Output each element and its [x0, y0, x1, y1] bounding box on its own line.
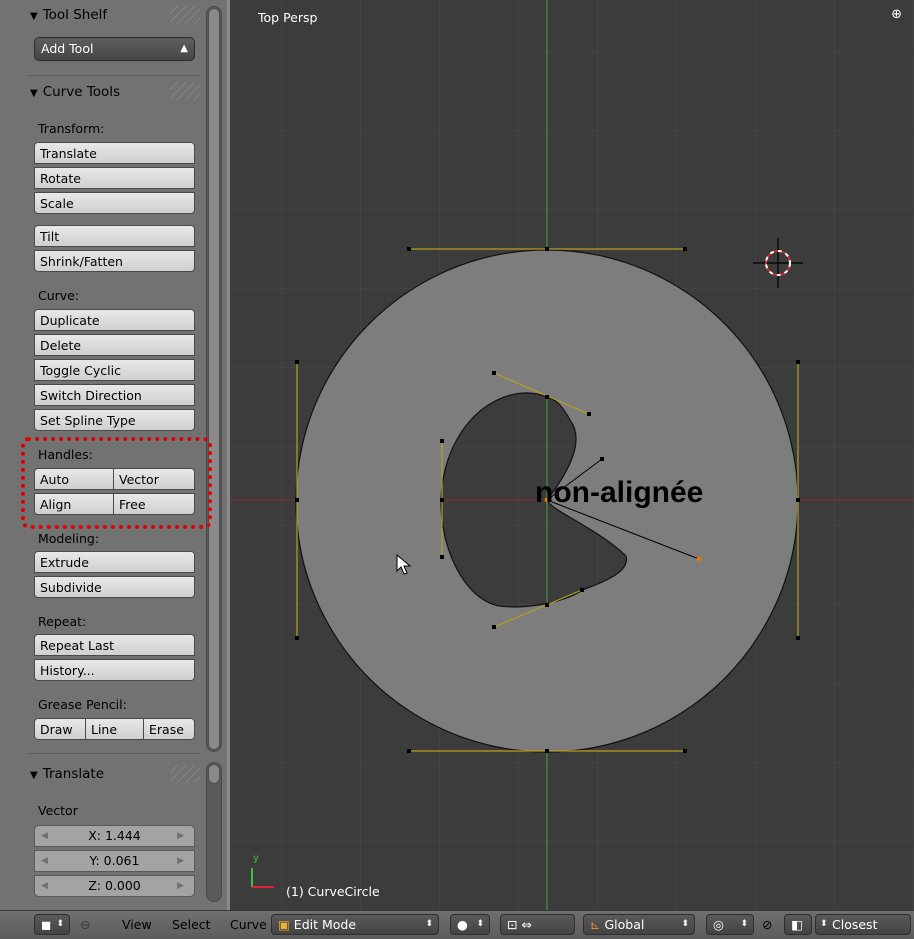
vector-x-field[interactable]: ◀ X: 1.444 ▶	[34, 825, 195, 847]
snap-target-dropdown[interactable]: ⬍ Closest	[815, 914, 911, 935]
handles-highlight-box	[21, 437, 212, 529]
extrude-button[interactable]: Extrude	[34, 551, 195, 573]
repeat-label: Repeat:	[38, 614, 87, 629]
tool-shelf: ▼ Tool Shelf Add Tool ▲ ▼ Curve Tools Tran…	[0, 0, 227, 910]
3d-viewport[interactable]: y Top Persp ⊕ non-alignée (1) CurveCircl…	[230, 0, 914, 910]
shelf-scrollbar-thumb[interactable]	[208, 8, 220, 750]
pivot-point-dropdown[interactable]: ⊡ ⇔	[500, 914, 575, 935]
snap-element-dropdown[interactable]: ◧	[784, 914, 812, 935]
decrement-arrow-icon[interactable]: ◀	[41, 851, 48, 871]
add-tool-dropdown[interactable]: Add Tool ▲	[34, 37, 195, 61]
proportional-edit-dropdown[interactable]: ◎ ⬍	[706, 914, 754, 935]
active-object-label: (1) CurveCircle	[286, 884, 380, 899]
rotate-button[interactable]: Rotate	[34, 167, 195, 189]
cube-icon: ◼	[41, 917, 52, 932]
mode-dropdown[interactable]: ▣ Edit Mode ⬍	[271, 914, 439, 935]
collapse-triangle-icon: ▼	[30, 770, 38, 781]
orientation-dropdown[interactable]: ⊾ Global ⬍	[583, 914, 695, 935]
increment-arrow-icon[interactable]: ▶	[177, 851, 184, 871]
axis-y-label: y	[253, 853, 259, 864]
subdivide-button[interactable]: Subdivide	[34, 576, 195, 598]
translate-panel-header[interactable]: ▼ Translate	[30, 761, 104, 787]
up-down-arrows-icon: ⬍	[820, 919, 828, 929]
grease-line-button[interactable]: Line	[85, 718, 144, 740]
up-down-arrows-icon: ⬍	[425, 919, 433, 929]
operator-scrollbar[interactable]	[206, 762, 222, 902]
transform-axis-icon: ⊾	[590, 917, 601, 932]
switch-direction-button[interactable]: Switch Direction	[34, 384, 195, 406]
scale-button[interactable]: Scale	[34, 192, 195, 214]
viewport-canvas	[230, 0, 914, 910]
grease-draw-button[interactable]: Draw	[34, 718, 86, 740]
increment-arrow-icon[interactable]: ▶	[177, 826, 184, 846]
editor-type-selector[interactable]: ◼ ⬍	[34, 914, 70, 935]
transform-label: Transform:	[38, 121, 105, 136]
edit-mode-icon: ▣	[278, 917, 290, 932]
up-down-arrows-icon: ⬍	[476, 919, 484, 929]
curve-menu[interactable]: Curve	[230, 917, 267, 932]
snap-cube-icon: ◧	[791, 917, 803, 932]
curve-tools-header[interactable]: ▼ Curve Tools	[30, 79, 120, 105]
set-spline-type-button[interactable]: Set Spline Type	[34, 409, 195, 431]
mouse-pointer-icon	[396, 554, 412, 575]
viewport-header: ◼ ⬍ ⊖ View Select Curve ▣ Edit Mode ⬍ ● ⬍ …	[0, 910, 914, 939]
decrement-arrow-icon[interactable]: ◀	[41, 826, 48, 846]
select-menu[interactable]: Select	[172, 917, 211, 932]
grease-erase-button[interactable]: Erase	[143, 718, 195, 740]
vector-y-field[interactable]: ◀ Y: 0.061 ▶	[34, 850, 195, 872]
duplicate-button[interactable]: Duplicate	[34, 309, 195, 331]
toggle-cyclic-button[interactable]: Toggle Cyclic	[34, 359, 195, 381]
non-aligned-annotation: non-alignée	[535, 476, 704, 509]
viewport-shading-dropdown[interactable]: ● ⬍	[450, 914, 490, 935]
proportional-edit-icon: ◎	[713, 917, 724, 932]
delete-button[interactable]: Delete	[34, 334, 195, 356]
panel-divider	[28, 753, 200, 754]
snap-magnet-icon[interactable]: ⊘	[762, 917, 772, 932]
view-menu[interactable]: View	[122, 917, 152, 932]
collapse-triangle-icon: ▼	[30, 88, 38, 99]
view-name-label: Top Persp	[258, 10, 318, 25]
shelf-scrollbar[interactable]	[206, 6, 222, 752]
up-down-arrows-icon: ⬍	[681, 919, 689, 929]
increment-arrow-icon[interactable]: ▶	[177, 876, 184, 896]
collapse-menu-icon[interactable]: ⊖	[80, 917, 90, 932]
vector-label: Vector	[38, 803, 78, 818]
up-down-arrows-icon: ⬍	[740, 919, 748, 929]
panel-grip-icon[interactable]	[170, 6, 200, 24]
manipulator-icon: ⇔	[521, 917, 532, 932]
up-down-arrows-icon: ▲	[180, 43, 188, 54]
solid-sphere-icon: ●	[457, 917, 468, 932]
tool-shelf-header[interactable]: ▼ Tool Shelf	[30, 2, 107, 28]
pivot-icon: ⊡	[507, 917, 518, 932]
history-button[interactable]: History...	[34, 659, 195, 681]
operator-scrollbar-thumb[interactable]	[208, 764, 220, 784]
modeling-label: Modeling:	[38, 531, 100, 546]
shrink-fatten-button[interactable]: Shrink/Fatten	[34, 250, 195, 272]
vector-z-field[interactable]: ◀ Z: 0.000 ▶	[34, 875, 195, 897]
tilt-button[interactable]: Tilt	[34, 225, 195, 247]
repeat-last-button[interactable]: Repeat Last	[34, 634, 195, 656]
panel-grip-icon[interactable]	[170, 82, 200, 100]
translate-button[interactable]: Translate	[34, 142, 195, 164]
curve-label: Curve:	[38, 288, 80, 303]
grease-pencil-label: Grease Pencil:	[38, 697, 127, 712]
up-down-arrows-icon: ⬍	[56, 919, 64, 929]
panel-divider	[28, 75, 200, 76]
collapse-triangle-icon: ▼	[30, 11, 38, 22]
view-expand-icon[interactable]: ⊕	[891, 7, 902, 22]
decrement-arrow-icon[interactable]: ◀	[41, 876, 48, 896]
panel-grip-icon[interactable]	[170, 765, 200, 783]
